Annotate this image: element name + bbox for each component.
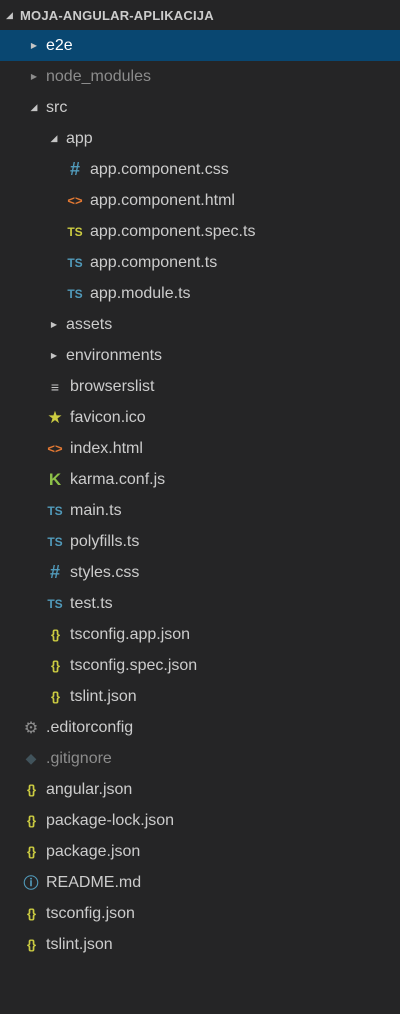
item-label: browserslist bbox=[70, 377, 155, 395]
item-label: .gitignore bbox=[46, 749, 112, 767]
ts-spec-icon: TS bbox=[67, 224, 83, 239]
file-item[interactable]: TS app.module.ts bbox=[0, 278, 400, 309]
folder-item[interactable]: ▶ e2e bbox=[0, 30, 400, 61]
json-icon: {} bbox=[26, 906, 36, 921]
folder-item[interactable]: ▶ node_modules bbox=[0, 61, 400, 92]
ts-icon: TS bbox=[47, 596, 63, 611]
item-label: tsconfig.json bbox=[46, 904, 135, 922]
file-item[interactable]: ★ favicon.ico bbox=[0, 402, 400, 433]
json-icon: {} bbox=[50, 689, 60, 704]
item-label: environments bbox=[66, 346, 163, 364]
star-icon: ★ bbox=[47, 407, 63, 427]
item-label: app.component.ts bbox=[90, 253, 218, 271]
file-explorer: ◢ MOJA-ANGULAR-APLIKACIJA ▶ e2e ▶ node_modu… bbox=[0, 0, 400, 1014]
file-item[interactable]: TS main.ts bbox=[0, 495, 400, 526]
file-item[interactable]: <> app.component.html bbox=[0, 185, 400, 216]
file-item[interactable]: {} package.json bbox=[0, 836, 400, 867]
item-label: assets bbox=[66, 315, 113, 333]
file-item[interactable]: ≡ browserslist bbox=[0, 371, 400, 402]
chevron-right-icon[interactable]: ▶ bbox=[46, 351, 62, 360]
file-item[interactable]: Kkarma.conf.js bbox=[0, 464, 400, 495]
chevron-right-icon[interactable]: ▶ bbox=[46, 320, 62, 329]
file-item[interactable]: TS polyfills.ts bbox=[0, 526, 400, 557]
file-item[interactable]: {} tsconfig.json bbox=[0, 898, 400, 929]
folder-item[interactable]: ◢ src bbox=[0, 92, 400, 123]
file-item[interactable]: # app.component.css bbox=[0, 154, 400, 185]
ts-icon: TS bbox=[67, 255, 83, 270]
json-icon: {} bbox=[50, 627, 60, 642]
file-item[interactable]: ◆ .gitignore bbox=[0, 743, 400, 774]
chevron-right-icon[interactable]: ▶ bbox=[26, 72, 42, 81]
item-label: favicon.ico bbox=[70, 408, 146, 426]
chevron-down-icon[interactable]: ◢ bbox=[26, 102, 42, 113]
item-label: tslint.json bbox=[46, 935, 113, 953]
item-label: tslint.json bbox=[70, 687, 137, 705]
item-label: index.html bbox=[70, 439, 143, 457]
file-item[interactable]: TS test.ts bbox=[0, 588, 400, 619]
chevron-down-icon[interactable]: ◢ bbox=[46, 133, 62, 144]
file-item[interactable]: {} tslint.json bbox=[0, 929, 400, 960]
folder-item[interactable]: ▶ assets bbox=[0, 309, 400, 340]
file-item[interactable]: {} tslint.json bbox=[0, 681, 400, 712]
item-label: karma.conf.js bbox=[70, 470, 166, 488]
json-icon: {} bbox=[26, 937, 36, 952]
list-icon: ≡ bbox=[50, 378, 60, 395]
item-label: package.json bbox=[46, 842, 141, 860]
item-label: app.component.html bbox=[90, 191, 235, 209]
item-label: node_modules bbox=[46, 67, 151, 85]
json-icon: {} bbox=[26, 782, 36, 797]
item-label: package-lock.json bbox=[46, 811, 175, 829]
item-label: tsconfig.app.json bbox=[70, 625, 191, 643]
folder-item[interactable]: ▶ environments bbox=[0, 340, 400, 371]
ts-icon: TS bbox=[67, 286, 83, 301]
file-item[interactable]: TS app.component.ts bbox=[0, 247, 400, 278]
file-tree: ▶ e2e ▶ node_modules ◢ src ◢ app # app.component.… bbox=[0, 30, 400, 960]
chevron-down-icon: ◢ bbox=[6, 9, 14, 20]
file-item[interactable]: <> index.html bbox=[0, 433, 400, 464]
chevron-right-icon[interactable]: ▶ bbox=[26, 41, 42, 50]
item-label: e2e bbox=[46, 36, 73, 54]
karma-icon: K bbox=[48, 469, 62, 489]
html-icon: <> bbox=[67, 193, 83, 208]
item-label: .editorconfig bbox=[46, 718, 134, 736]
json-icon: {} bbox=[26, 844, 36, 859]
item-label: app bbox=[66, 129, 93, 147]
file-item[interactable]: TS app.component.spec.ts bbox=[0, 216, 400, 247]
file-item[interactable]: # styles.css bbox=[0, 557, 400, 588]
file-item[interactable]: {} angular.json bbox=[0, 774, 400, 805]
css-icon: # bbox=[49, 562, 60, 582]
file-item[interactable]: {} tsconfig.spec.json bbox=[0, 650, 400, 681]
project-title: MOJA-ANGULAR-APLIKACIJA bbox=[20, 7, 214, 23]
item-label: src bbox=[46, 98, 68, 116]
info-icon: ⓘ bbox=[23, 875, 39, 892]
folder-item[interactable]: ◢ app bbox=[0, 123, 400, 154]
git-icon: ◆ bbox=[25, 750, 37, 766]
ts-icon: TS bbox=[47, 503, 63, 518]
item-label: tsconfig.spec.json bbox=[70, 656, 198, 674]
html-icon: <> bbox=[47, 441, 63, 456]
item-label: README.md bbox=[46, 873, 142, 891]
file-item[interactable]: ⚙ .editorconfig bbox=[0, 712, 400, 743]
gear-icon: ⚙ bbox=[23, 719, 39, 737]
json-icon: {} bbox=[50, 658, 60, 673]
explorer-section-header[interactable]: ◢ MOJA-ANGULAR-APLIKACIJA bbox=[0, 0, 400, 30]
item-label: polyfills.ts bbox=[70, 532, 140, 550]
item-label: main.ts bbox=[70, 501, 122, 519]
item-label: angular.json bbox=[46, 780, 133, 798]
file-item[interactable]: ⓘ README.md bbox=[0, 867, 400, 898]
item-label: app.component.spec.ts bbox=[90, 222, 256, 240]
item-label: test.ts bbox=[70, 594, 113, 612]
file-item[interactable]: {} package-lock.json bbox=[0, 805, 400, 836]
item-label: app.module.ts bbox=[90, 284, 191, 302]
ts-icon: TS bbox=[47, 534, 63, 549]
json-icon: {} bbox=[26, 813, 36, 828]
item-label: app.component.css bbox=[90, 160, 229, 178]
file-item[interactable]: {} tsconfig.app.json bbox=[0, 619, 400, 650]
item-label: styles.css bbox=[70, 563, 140, 581]
css-icon: # bbox=[69, 159, 80, 179]
